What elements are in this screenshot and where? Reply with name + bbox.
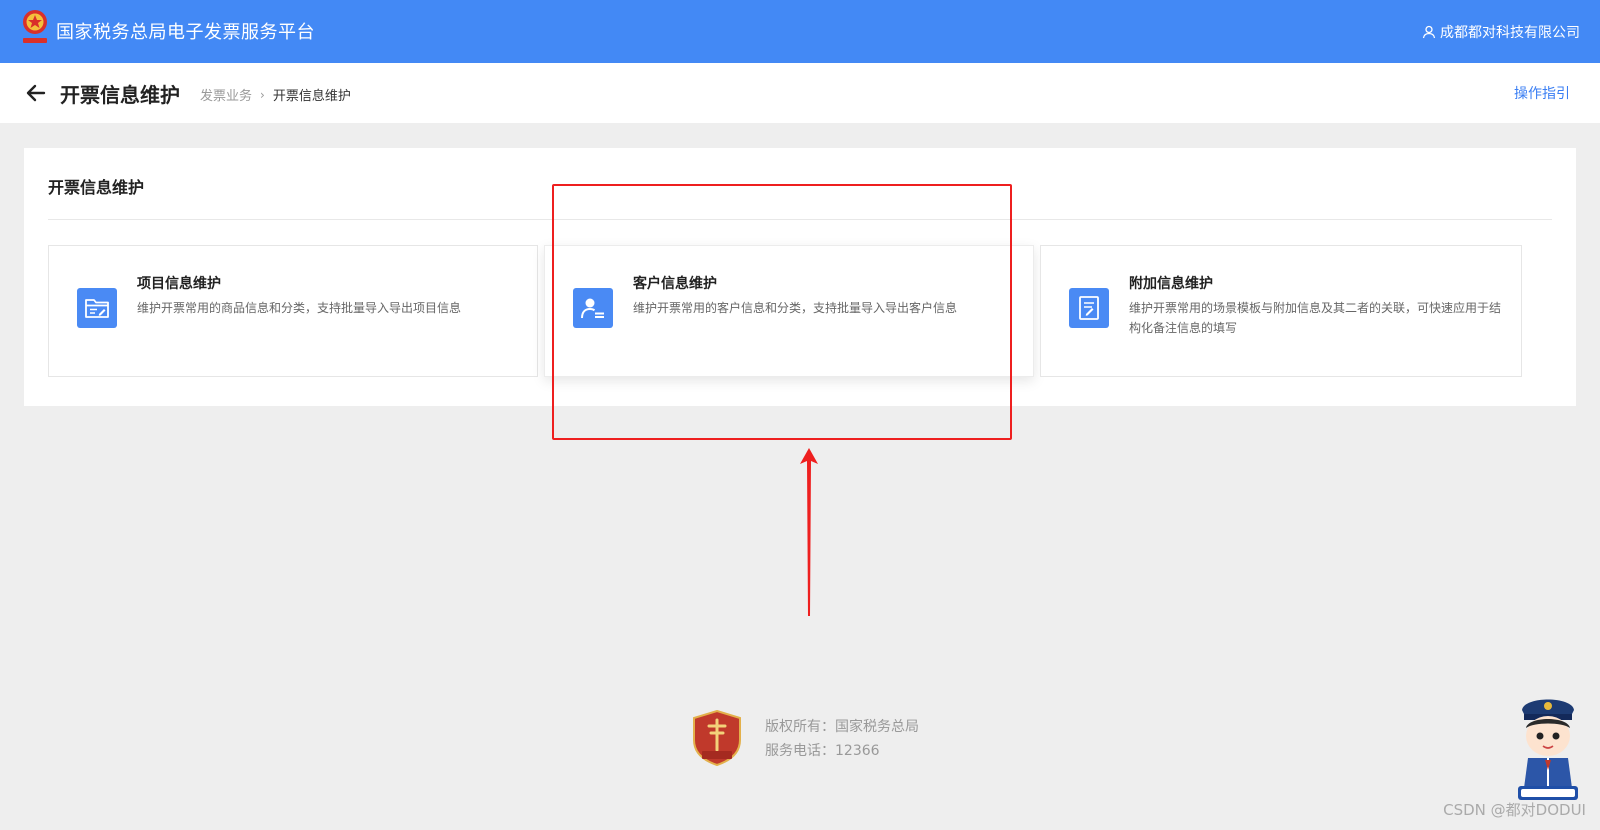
- watermark: CSDN @都对DODUI: [1443, 801, 1586, 819]
- card-title: 项目信息维护: [137, 276, 221, 292]
- divider: [48, 219, 1552, 220]
- footer-copyright: 版权所有：国家税务总局: [765, 719, 919, 735]
- card-item-info[interactable]: 项目信息维护 维护开票常用的商品信息和分类，支持批量导入导出项目信息: [48, 245, 538, 377]
- breadcrumb: 发票业务 › 开票信息维护: [200, 85, 351, 105]
- party-government-badge-icon[interactable]: [692, 710, 742, 766]
- operation-guide-link[interactable]: 操作指引: [1514, 83, 1570, 103]
- card-customer-info[interactable]: 客户信息维护 维护开票常用的客户信息和分类，支持批量导入导出客户信息: [544, 245, 1034, 377]
- card-description: 维护开票常用的商品信息和分类，支持批量导入导出项目信息: [137, 301, 462, 315]
- back-arrow-icon[interactable]: [24, 81, 48, 105]
- tax-assistant-mascot-icon[interactable]: [1512, 688, 1584, 804]
- annotation-arrow-icon: [800, 448, 818, 616]
- breadcrumb-item-current: 开票信息维护: [272, 89, 351, 104]
- user-icon: [1422, 25, 1436, 39]
- document-edit-icon: [1069, 288, 1109, 328]
- card-title: 客户信息维护: [633, 276, 717, 292]
- chevron-right-icon: ›: [260, 87, 265, 102]
- page-header: 开票信息维护 发票业务 › 开票信息维护 操作指引: [0, 63, 1600, 123]
- top-bar: 国家税务总局电子发票服务平台 成都都对科技有限公司: [0, 0, 1600, 63]
- breadcrumb-item-invoice-business[interactable]: 发票业务: [200, 85, 252, 104]
- tax-emblem-icon: [23, 10, 47, 43]
- app-title: 国家税务总局电子发票服务平台: [56, 22, 315, 43]
- panel-title: 开票信息维护: [48, 178, 145, 197]
- card-title: 附加信息维护: [1129, 276, 1213, 292]
- user-card-icon: [573, 288, 613, 328]
- card-description: 维护开票常用的客户信息和分类，支持批量导入导出客户信息: [633, 301, 958, 315]
- card-description: 维护开票常用的场景模板与附加信息及其二者的关联，可快速应用于结构化备注信息的填写: [1129, 301, 1502, 335]
- user-name: 成都都对科技有限公司: [1440, 25, 1580, 41]
- folder-edit-icon: [77, 288, 117, 328]
- footer-phone: 服务电话：12366: [765, 743, 880, 759]
- main-panel: 开票信息维护 项目信息维护 维护开票常用的商品信息和分类，支持批量导入导出项目信…: [24, 148, 1576, 406]
- card-additional-info[interactable]: 附加信息维护 维护开票常用的场景模板与附加信息及其二者的关联，可快速应用于结构化…: [1040, 245, 1522, 377]
- user-account[interactable]: 成都都对科技有限公司: [1422, 22, 1580, 42]
- page-title: 开票信息维护: [60, 83, 180, 107]
